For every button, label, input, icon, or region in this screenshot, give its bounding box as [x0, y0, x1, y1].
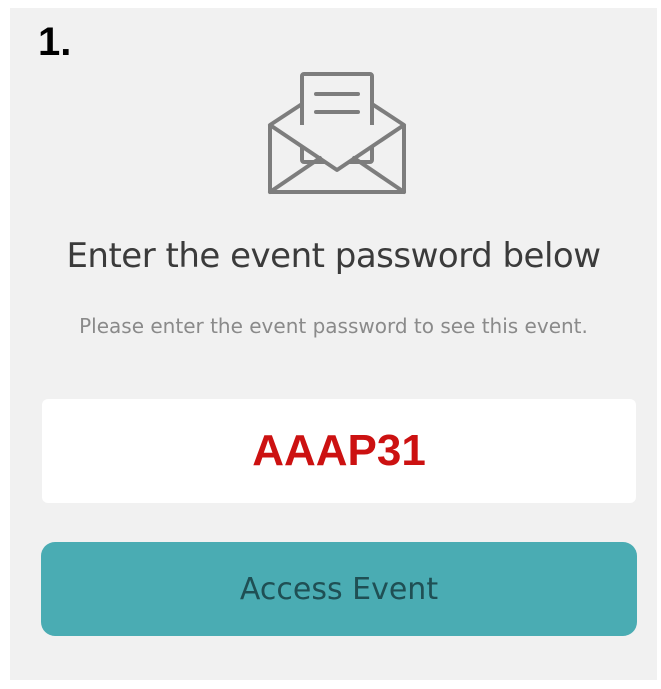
envelope-letter-icon	[262, 70, 412, 200]
access-event-button-label: Access Event	[239, 571, 439, 607]
password-value: AAAP31	[252, 426, 426, 475]
dialog-title: Enter the event password below	[66, 236, 601, 276]
access-event-button[interactable]: Access Event	[41, 542, 637, 636]
step-number: 1.	[38, 20, 72, 64]
password-panel: 1. Enter the event password below Please…	[10, 8, 657, 680]
password-input[interactable]: AAAP31	[42, 399, 636, 503]
dialog-subtitle: Please enter the event password to see t…	[79, 314, 588, 338]
